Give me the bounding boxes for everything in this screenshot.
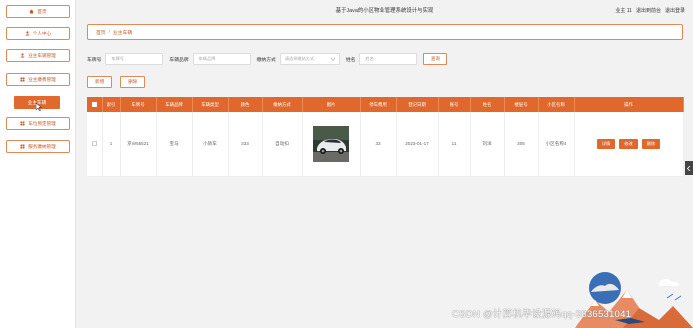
search-button[interactable]: 查询	[423, 53, 448, 65]
method-select[interactable]: 请选择缴纳方式	[279, 53, 340, 65]
grid-icon	[20, 121, 25, 126]
user-icon	[20, 53, 25, 58]
user-icon	[25, 31, 30, 36]
action-bar: 新增 删除	[87, 76, 146, 88]
sidebar-item-label: 个人中心	[32, 30, 52, 36]
sidebar-item-label: 业主车辆管理	[28, 52, 56, 58]
cell-image	[302, 112, 361, 177]
grid-icon	[20, 144, 25, 149]
row-delete-button[interactable]: 删除	[641, 138, 661, 149]
sidebar-item-label: 服务缴纳管理	[28, 143, 56, 149]
column-header: 姓名	[470, 97, 505, 112]
breadcrumb-separator: /	[108, 29, 110, 35]
cell-index: 1	[102, 112, 121, 177]
back-to-front-link[interactable]: 退出到前台	[636, 7, 661, 14]
cell-brand: 宝马	[156, 112, 193, 177]
name-input[interactable]: 姓名	[359, 53, 418, 65]
column-header: 楼层号	[504, 97, 539, 112]
add-button[interactable]: 新增	[87, 76, 113, 88]
plate-input[interactable]: 车牌号	[105, 53, 164, 65]
column-header: 车辆类型	[192, 97, 229, 112]
column-header: 图片	[302, 97, 361, 112]
row-checkbox[interactable]	[91, 140, 97, 146]
sidebar-item-home[interactable]: 首页	[6, 5, 70, 18]
brand-label: 车辆品牌	[169, 57, 189, 63]
logout-link[interactable]: 退出登录	[665, 7, 685, 14]
sidebar-item-vehicles[interactable]: 业主车辆管理	[6, 49, 70, 62]
delete-button[interactable]: 删除	[120, 76, 146, 88]
sidebar-item-services[interactable]: 服务缴纳管理	[6, 140, 70, 153]
column-header: 操作	[574, 97, 684, 112]
mouse-cursor-icon	[36, 103, 42, 111]
user-menu: 业主 11 退出到前台 退出登录	[615, 7, 685, 14]
cell-account: 11	[438, 112, 471, 177]
column-header: 车辆品牌	[156, 97, 193, 112]
column-header: 停车费用	[360, 97, 397, 112]
select-all-header[interactable]	[87, 97, 103, 112]
name-label: 姓名	[345, 57, 356, 63]
breadcrumb-current: 业主车辆	[112, 30, 133, 36]
column-header: 颜色	[228, 97, 263, 112]
table-header-row: 索引 车牌号 车辆品牌 车辆类型 颜色 缴纳方式 图片 停车费用 登记日期 账号…	[87, 97, 684, 112]
brand-input[interactable]: 车辆品牌	[192, 53, 251, 65]
edit-button[interactable]: 修改	[619, 138, 638, 149]
column-header: 索引	[102, 97, 121, 112]
cell-color: 333	[228, 112, 263, 177]
watermark: CSDN @计算机毕设源码qq-3836531041	[452, 309, 632, 320]
sidebar-item-parking[interactable]: 车位预定管理	[6, 117, 70, 130]
column-header: 登记日期	[396, 97, 439, 112]
column-header: 缴纳方式	[262, 97, 303, 112]
cell-floor: 305	[504, 112, 539, 177]
column-header: 小区名称	[538, 97, 575, 112]
cell-plate: 京W55521	[120, 112, 157, 177]
home-icon	[29, 9, 34, 14]
row-select-cell[interactable]	[87, 112, 103, 177]
cell-name: 刘洋	[470, 112, 505, 177]
method-label: 缴纳方式	[256, 57, 276, 63]
sidebar-item-label: 业主缴费管理	[28, 76, 56, 82]
column-header: 账号	[438, 97, 471, 112]
top-bar: 基于Java的小区物业管理系统设计与实现 业主 11 退出到前台 退出登录	[76, 0, 693, 22]
table-row: 1 京W55521 宝马 小轿车 333 自动扣 33 2023-01-17 1…	[87, 112, 684, 177]
breadcrumb: 首页 / 业主车辆	[87, 24, 683, 40]
sidebar-item-profile[interactable]: 个人中心	[6, 27, 70, 40]
current-user: 业主 11	[615, 8, 632, 14]
sidebar-item-label: 首页	[37, 8, 47, 14]
vehicle-table: 索引 车牌号 车辆品牌 车辆类型 颜色 缴纳方式 图片 停车费用 登记日期 账号…	[87, 97, 684, 177]
breadcrumb-home[interactable]: 首页	[96, 29, 106, 36]
cell-date: 2023-01-17	[396, 112, 439, 177]
cell-method: 自动扣	[262, 112, 303, 177]
column-header: 车牌号	[120, 97, 157, 112]
cell-fee: 33	[360, 112, 397, 177]
sidebar: 首页 个人中心 业主车辆管理 业主缴费管理 业主车辆 车位预定管理 服务缴纳管理	[0, 0, 76, 328]
car-photo	[313, 125, 349, 162]
plate-label: 车牌号	[87, 57, 102, 63]
system-title: 基于Java的小区物业管理系统设计与实现	[335, 8, 434, 14]
cell-type: 小轿车	[192, 112, 229, 177]
detail-button[interactable]: 详情	[596, 138, 616, 149]
side-expand-tab[interactable]	[685, 161, 693, 175]
sidebar-item-label: 车位预定管理	[28, 120, 56, 126]
grid-icon	[20, 77, 25, 82]
chevron-left-icon	[687, 165, 691, 171]
chevron-down-icon	[330, 57, 335, 61]
search-form: 车牌号 车牌号 车辆品牌 车辆品牌 缴纳方式 请选择缴纳方式 姓名 姓名 查询	[87, 53, 448, 65]
cell-operations: 详情 修改 删除	[574, 112, 684, 177]
method-select-value: 请选择缴纳方式	[284, 56, 315, 61]
cell-community: 小区名称4	[538, 112, 575, 177]
select-all-checkbox[interactable]	[91, 101, 97, 107]
sidebar-item-payments[interactable]: 业主缴费管理	[6, 73, 70, 86]
